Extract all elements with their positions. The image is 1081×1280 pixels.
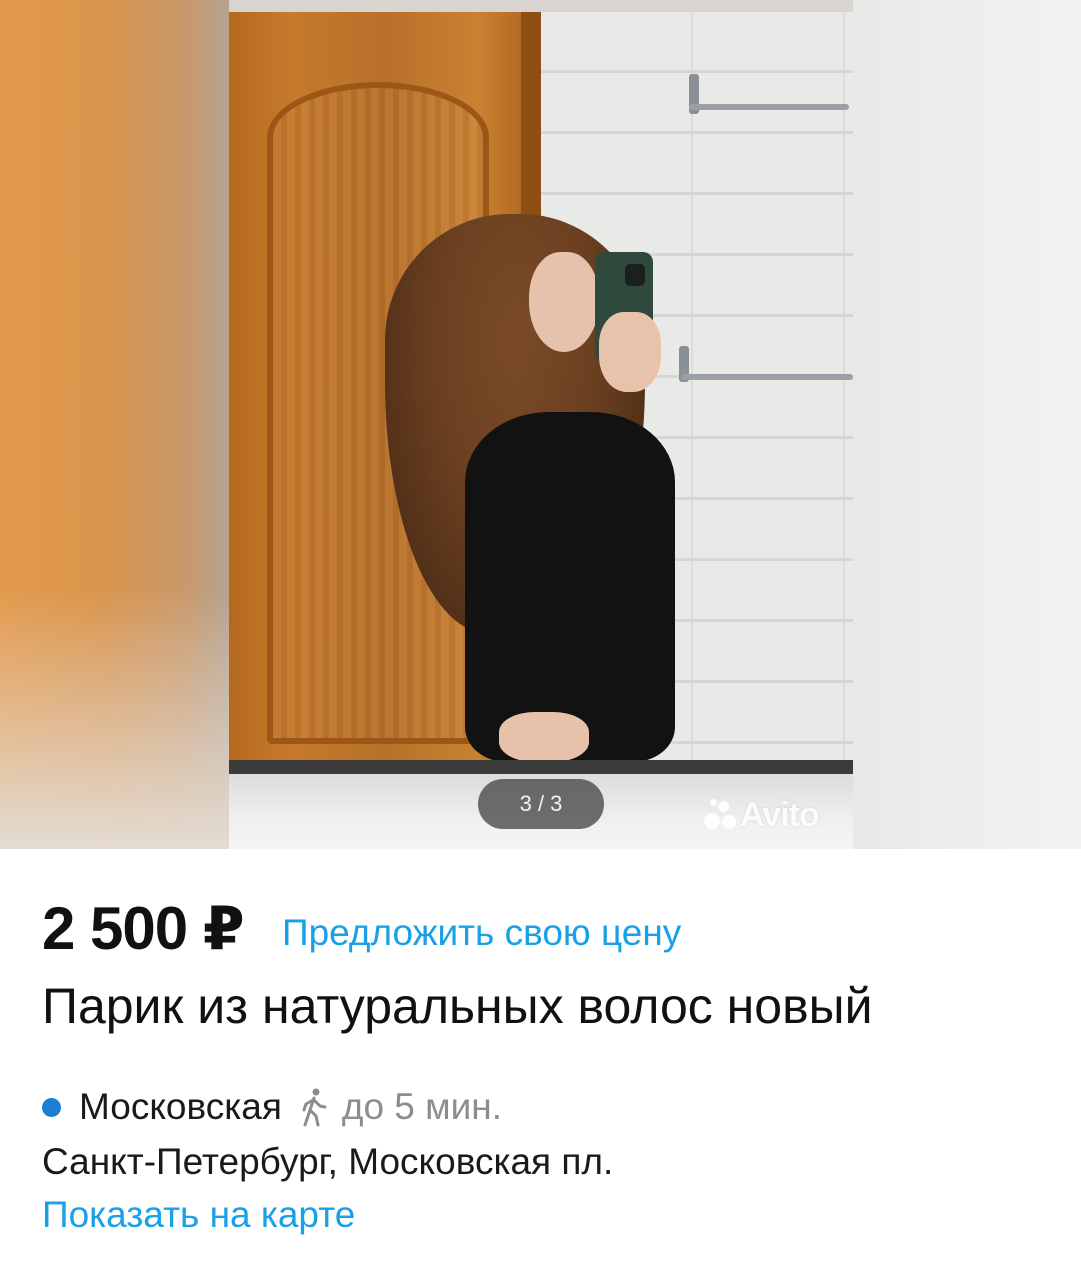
address: Санкт-Петербург, Московская пл. [42, 1141, 614, 1182]
listing-price: 2 500 ₽ [42, 895, 245, 962]
show-on-map-link[interactable]: Показать на карте [42, 1192, 355, 1238]
walking-person-icon [302, 1088, 327, 1127]
offer-price-link[interactable]: Предложить свою цену [282, 911, 681, 955]
avito-logo-icon [704, 799, 738, 831]
gallery-counter: 3 / 3 [478, 779, 604, 829]
metro-line-dot-icon [42, 1097, 61, 1117]
metro-station: Московская [79, 1086, 282, 1127]
gallery-blurred-background-right [853, 0, 1081, 849]
metro-info: Московская до 5 мин. [42, 1085, 502, 1129]
walk-time: до 5 мин. [341, 1086, 502, 1127]
photo-dress [465, 412, 675, 762]
avito-watermark: Avito [704, 793, 820, 837]
listing-title: Парик из натуральных волос новый [42, 978, 873, 1034]
listing-photo[interactable] [229, 12, 853, 849]
photo-gallery[interactable]: 3 / 3 Avito [0, 0, 1081, 849]
photo-face [529, 252, 599, 352]
gallery-blurred-background-left [0, 0, 229, 849]
watermark-text: Avito [740, 795, 820, 834]
